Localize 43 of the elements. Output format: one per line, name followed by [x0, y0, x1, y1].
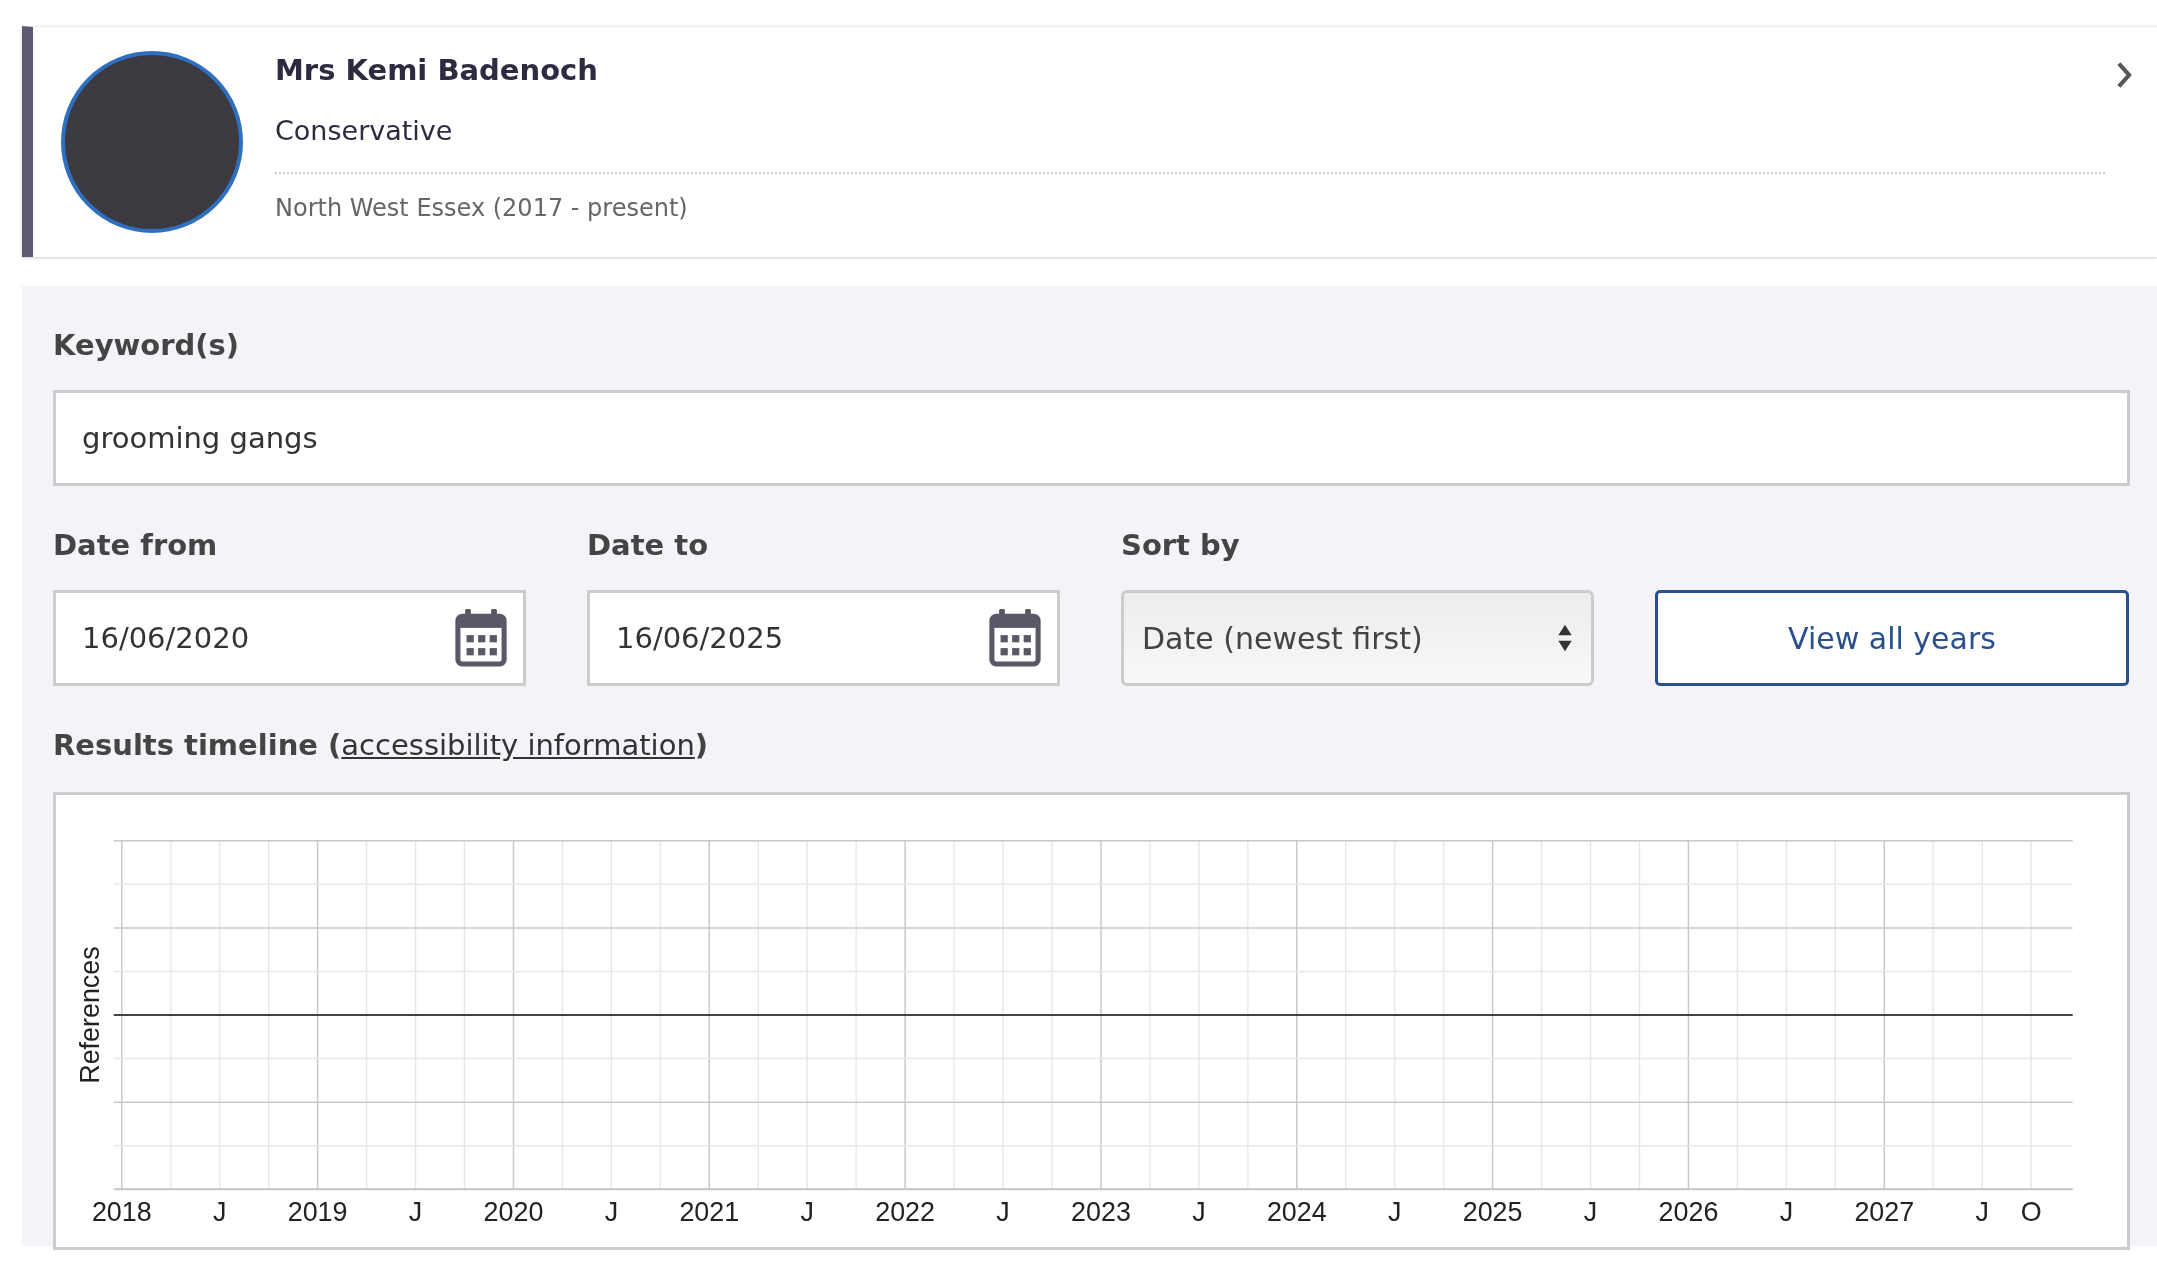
field-label: Date to — [587, 528, 710, 564]
axis-tick-label: J — [604, 1197, 619, 1228]
field-value: 16/06/2025 — [616, 621, 785, 655]
member-name: Mrs Kemi Badenoch — [275, 53, 599, 87]
axis-tick-label: J — [408, 1197, 423, 1228]
axis-tick-label: 2027 — [1854, 1197, 1915, 1228]
axis-tick-label: 2019 — [287, 1197, 348, 1228]
axis-tick-label: J — [213, 1197, 227, 1228]
axis-tick-label: J — [996, 1197, 1010, 1228]
timeline-heading: Results timeline (accessibility information) — [53, 728, 710, 764]
axis-tick-label: J — [1583, 1197, 1598, 1228]
axis-tick-label: J — [800, 1197, 814, 1228]
calendar-icon[interactable] — [989, 609, 1041, 667]
chevron-right-icon[interactable] — [2115, 61, 2133, 89]
calendar-icon[interactable] — [455, 609, 507, 667]
axis-tick-label: 2025 — [1462, 1197, 1523, 1228]
up-down-arrows-icon — [1557, 622, 1573, 654]
constituency-text: North West Essex (2017 - present) — [275, 194, 689, 222]
axis-tick-label: 2018 — [91, 1197, 152, 1228]
axis-tick-label: J — [1192, 1197, 1206, 1228]
axis-tick-label: J — [1388, 1197, 1402, 1228]
axis-tick-label: 2024 — [1266, 1197, 1327, 1228]
axis-tick-label: J — [1779, 1197, 1794, 1228]
field-label: Date from — [53, 528, 219, 564]
view-all-years-button[interactable]: View all years — [1655, 590, 2129, 686]
axis-tick-label: 2023 — [1071, 1197, 1131, 1228]
axis-tick-label: 2021 — [679, 1197, 740, 1228]
axis-tick-label: J — [1975, 1197, 1989, 1228]
keyword-field[interactable]: grooming gangs — [53, 390, 2130, 486]
accessibility-link[interactable]: accessibility information — [341, 728, 695, 762]
member-card[interactable]: Mrs Kemi Badenoch Conservative North West Essex (2017 - present) — [22, 26, 2157, 257]
axis-tick-label: 2026 — [1658, 1197, 1719, 1228]
axis-tick-label: 2020 — [483, 1197, 544, 1228]
axis-title: References — [75, 946, 106, 1084]
field-label: Keyword(s) — [53, 328, 241, 364]
field-label: Sort by — [1121, 528, 1241, 564]
field-value: 16/06/2020 — [82, 621, 251, 655]
sort-dropdown[interactable]: Date (newest first) — [1121, 590, 1594, 686]
date-to-field[interactable]: 16/06/2025 — [587, 590, 1060, 686]
party-name: Conservative — [275, 115, 454, 146]
axis-tick-label: O — [2020, 1197, 2042, 1228]
axis-tick-label: 2022 — [875, 1197, 935, 1228]
date-from-field[interactable]: 16/06/2020 — [53, 590, 526, 686]
